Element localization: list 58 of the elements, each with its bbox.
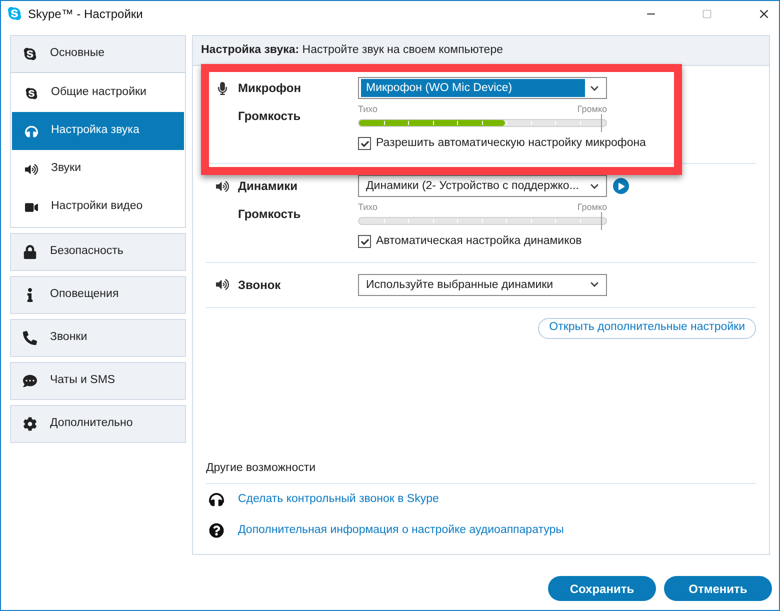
sidebar-subitem[interactable]: Общие настройки — [12, 74, 184, 112]
slider-marker — [601, 212, 602, 230]
speaker-icon — [216, 180, 228, 193]
settings-icon — [23, 417, 37, 431]
check-icon — [360, 238, 368, 246]
sidebar-item[interactable]: Безопасность — [11, 234, 185, 270]
checkbox[interactable] — [358, 137, 371, 150]
sidebar-item[interactable]: Оповещения — [11, 277, 185, 313]
play-button[interactable] — [613, 178, 629, 194]
quiet-label: Тихо — [358, 103, 378, 116]
advanced-settings-button[interactable]: Открыть дополнительные настройки — [538, 318, 756, 338]
window-title: Skype™ - Настройки — [28, 6, 143, 22]
device-label: Микрофон — [238, 80, 302, 97]
play-icon — [618, 182, 625, 190]
caret-icon — [590, 280, 599, 289]
device-dropdown[interactable]: Микрофон (WO Mic Device) — [358, 77, 607, 99]
help-link[interactable]: Дополнительная информация о настройке аудиоаппаратуры — [238, 522, 564, 540]
sidebar-item[interactable]: Чаты и SMS — [11, 363, 185, 399]
device-label: Динамики — [238, 178, 298, 196]
logo-icon — [25, 86, 38, 100]
logo-icon — [7, 6, 22, 21]
section-title: Другие возможности — [206, 460, 756, 484]
sidebar-item[interactable]: Основные — [11, 36, 185, 72]
quiet-label: Тихо — [358, 201, 378, 214]
checkbox[interactable] — [358, 235, 371, 248]
help-icon — [209, 523, 224, 538]
microphone-icon — [216, 82, 228, 94]
save-button[interactable]: Сохранить — [548, 576, 656, 601]
checkbox-label: Разрешить автоматическую настройку микрофона — [376, 136, 646, 151]
logo-icon — [23, 47, 37, 61]
phone-icon — [23, 331, 37, 345]
camera-icon — [25, 200, 38, 214]
check-icon — [360, 140, 368, 148]
slider-marker — [601, 114, 602, 132]
cancel-button[interactable]: Отменить — [664, 576, 772, 601]
sidebar-item[interactable]: Звонки — [11, 320, 185, 356]
loud-label: Громко — [577, 201, 607, 214]
volume-label: Громкость — [238, 108, 301, 125]
sidebar-subitem[interactable]: Звуки — [12, 150, 184, 188]
caret-icon — [590, 182, 599, 191]
headset-icon — [25, 124, 38, 138]
speaker-icon — [216, 278, 228, 291]
speaker-icon — [25, 162, 38, 176]
headset-icon — [209, 492, 224, 507]
chat-icon — [23, 374, 37, 388]
device-dropdown[interactable]: Динамики (2- Устройство с поддержко... — [358, 175, 607, 198]
caret-icon — [590, 84, 599, 92]
section-header: Настройка звука: Настройте звук на своем компьютере — [201, 42, 503, 58]
volume-label: Громкость — [238, 206, 301, 224]
checkbox-label: Автоматическая настройка динамиков — [376, 234, 582, 250]
lock-icon — [23, 245, 37, 259]
device-label: Звонок — [238, 276, 282, 294]
loud-label: Громко — [577, 103, 607, 116]
sidebar-item[interactable]: Дополнительно — [11, 406, 185, 442]
help-link[interactable]: Сделать контрольный звонок в Skype — [238, 490, 439, 508]
sidebar-subitem[interactable]: Настройки видео — [12, 188, 184, 226]
sidebar-subitem[interactable]: Настройка звука — [12, 112, 184, 150]
device-dropdown[interactable]: Используйте выбранные динамики — [358, 274, 607, 296]
